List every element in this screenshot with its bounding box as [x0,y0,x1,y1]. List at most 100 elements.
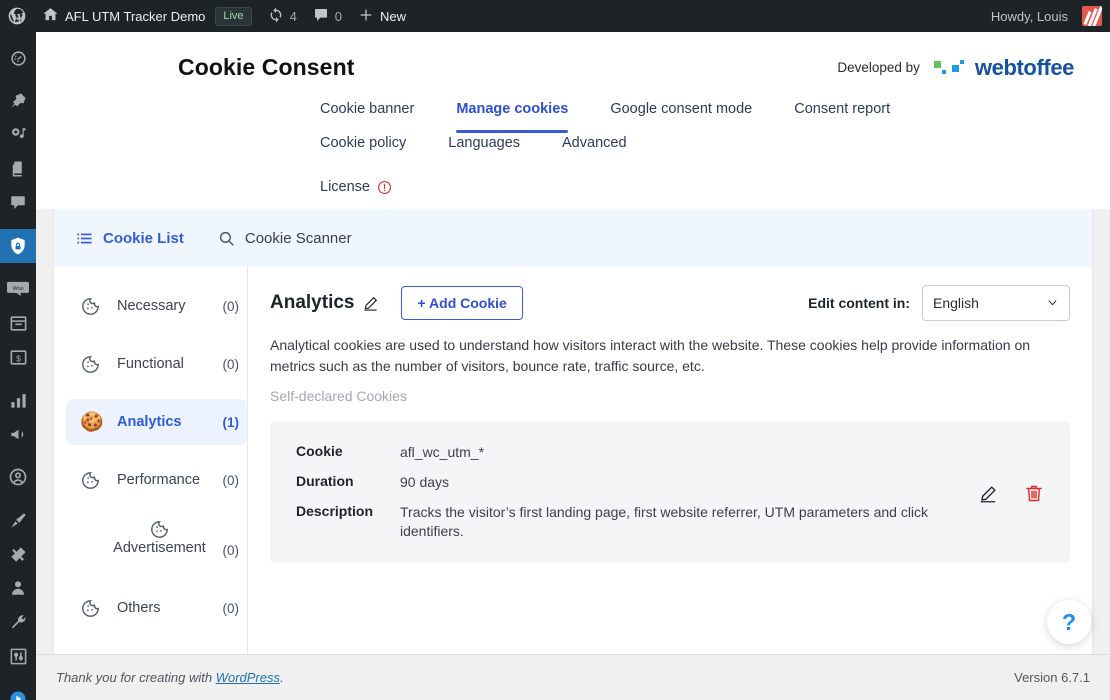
analytics-bars-icon [10,393,26,408]
cookie-manager-panel: Cookie List Cookie Scanner Necessary (0)… [54,209,1092,673]
cookie-filled-icon: 🍪 [80,411,104,433]
sidebar-item-analytics[interactable] [0,383,36,417]
new-label: New [380,8,407,24]
add-cookie-button[interactable]: + Add Cookie [401,286,523,320]
self-declared-label: Self-declared Cookies [270,388,407,404]
category-functional[interactable]: Functional (0) [66,341,247,387]
sidebar-item-payments[interactable]: $ [0,340,36,374]
category-advertisement[interactable]: Advertisement (0) [66,515,247,573]
user-icon [12,581,24,595]
field-label: Duration [296,473,354,489]
woo-icon: Woo [7,281,29,297]
brush-icon [10,512,26,528]
field-value: 90 days [400,474,450,490]
delete-cookie-button[interactable] [1024,483,1044,507]
comment-icon [313,7,329,26]
wp-version: Version 6.7.1 [1014,670,1090,685]
page-title: Cookie Consent [178,54,355,80]
updates-menu[interactable]: 4 [260,0,305,32]
sidebar-item-woocommerce[interactable]: Woo [0,272,36,306]
developed-by-block: Developed by webtoffee [837,55,1074,81]
help-button[interactable]: ? [1047,600,1091,644]
cookie-outline-icon [80,598,106,619]
wp-footer: Thank you for creating with WordPress. V… [36,654,1110,700]
comments-count: 0 [334,8,343,24]
updates-count: 4 [289,8,297,24]
category-label: Others [117,599,161,616]
wordpress-link[interactable]: WordPress [216,670,280,685]
sidebar-item-posts[interactable] [0,84,36,118]
edit-content-label: Edit content in: [808,295,910,311]
megaphone-icon [10,429,23,439]
plug-icon [10,546,26,562]
category-necessary[interactable]: Necessary (0) [66,283,247,329]
tab-google-consent-mode[interactable]: Google consent mode [610,99,752,133]
my-account-menu[interactable]: Howdy, Louis [983,0,1110,32]
tab-cookie-banner[interactable]: Cookie banner [320,99,414,133]
wordpress-logo-menu[interactable] [0,0,34,32]
sidebar-item-tools[interactable] [0,605,36,639]
language-select-wrap: English [922,285,1070,321]
sidebar-item-products[interactable] [0,306,36,340]
category-label: Analytics [117,413,182,430]
sidebar-item-media-player[interactable] [0,682,36,700]
category-label: Necessary [117,297,186,314]
main-tab-bar: Cookie banner Manage cookies Google cons… [178,81,1074,209]
pencil-icon [364,296,378,311]
warning-circle-icon [377,180,391,194]
subtab-cookie-scanner[interactable]: Cookie Scanner [218,230,352,247]
sidebar-item-settings[interactable] [0,639,36,673]
category-label: Advertisement [113,540,206,556]
cookie-row-name: Cookie afl_wc_utm_* [296,443,978,462]
sliders-icon [10,648,26,664]
pin-icon [11,93,26,108]
edit-cookie-button[interactable] [978,484,998,507]
tab-consent-report[interactable]: Consent report [794,99,890,133]
sidebar-item-comments[interactable] [0,186,36,220]
sidebar-item-media[interactable] [0,118,36,152]
tab-bar-second-row: License [320,167,1038,209]
category-analytics[interactable]: 🍪 Analytics (1) [66,399,247,445]
category-others[interactable]: Others (0) [66,585,247,631]
category-detail: Analytics + Add Cookie Edit content in: … [248,267,1092,673]
archive-icon [10,315,26,331]
subtab-cookie-list[interactable]: Cookie List [76,230,184,247]
edit-category-button[interactable] [362,295,379,312]
cookie-row-description: Description Tracks the visitor’s first l… [296,503,978,541]
plus-icon [358,7,374,26]
sidebar-item-plugins[interactable] [0,537,36,571]
category-detail-title: Analytics [270,292,355,313]
wp-admin-bar: AFL UTM Tracker Demo Live 4 0 New Howdy,… [0,0,1110,32]
avatar [1082,6,1102,26]
language-select[interactable]: English [922,285,1070,321]
tab-cookie-policy[interactable]: Cookie policy [320,133,406,167]
sidebar-item-dashboard[interactable] [0,41,36,75]
tab-advanced[interactable]: Advanced [562,133,627,167]
tab-manage-cookies[interactable]: Manage cookies [456,99,569,133]
field-label: Cookie [296,443,343,459]
tab-languages[interactable]: Languages [448,133,520,167]
question-mark-icon: ? [1061,608,1077,635]
comments-menu[interactable]: 0 [305,0,350,32]
new-content-menu[interactable]: New [350,0,414,32]
category-performance[interactable]: Performance (0) [66,457,247,503]
search-icon [219,231,234,246]
sidebar-item-pages[interactable] [0,152,36,186]
category-count: (0) [222,298,240,314]
sidebar-item-marketing[interactable] [0,417,36,451]
webtoffee-logo: webtoffee [933,54,1074,81]
tab-license-label: License [320,179,370,195]
panel-subtab-bar: Cookie List Cookie Scanner [54,209,1092,267]
panel-body: Necessary (0) Functional (0) 🍪 Analytics… [54,267,1092,673]
home-icon [42,6,59,26]
site-name-menu[interactable]: AFL UTM Tracker Demo [34,0,213,32]
sidebar-item-users[interactable] [0,571,36,605]
sidebar-item-cookie-consent[interactable] [0,229,44,263]
sidebar-item-profile-plugin[interactable] [0,460,36,494]
edit-content-language: Edit content in: English [808,285,1070,321]
sidebar-item-appearance[interactable] [0,503,36,537]
webtoffee-wordmark: webtoffee [974,54,1074,80]
tab-license[interactable]: License [320,177,996,209]
category-detail-header: Analytics + Add Cookie Edit content in: … [270,285,1070,321]
field-value: Tracks the visitor’s first landing page,… [400,504,929,539]
